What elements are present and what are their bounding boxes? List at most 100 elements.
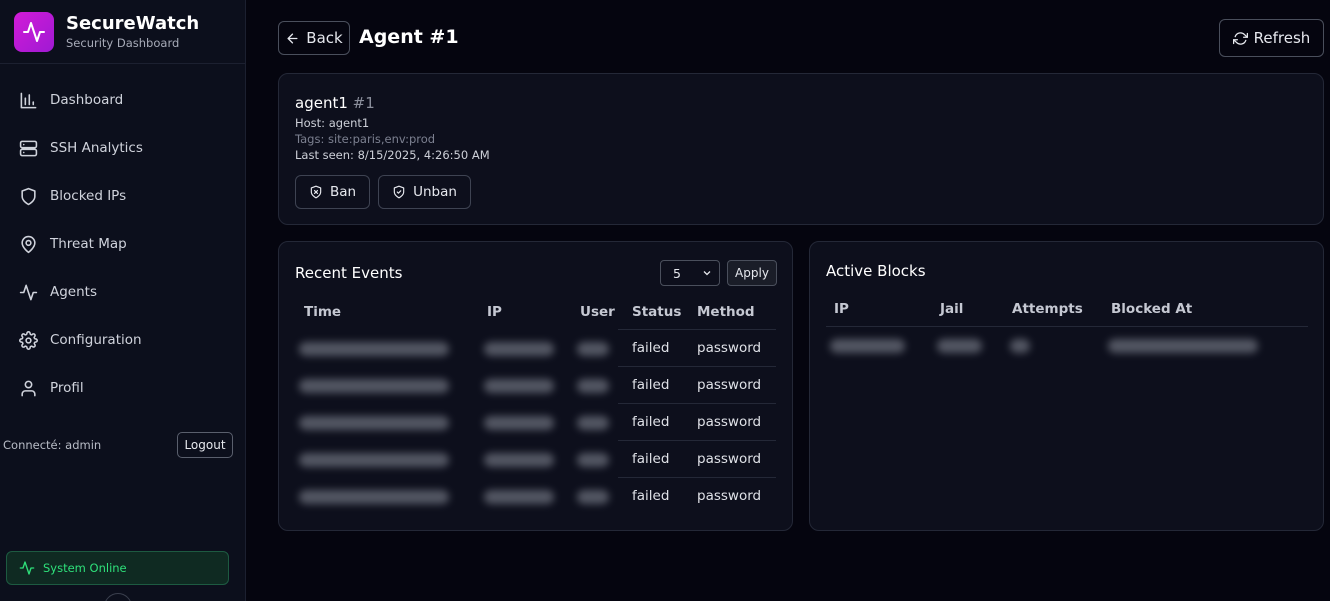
apply-button[interactable]: Apply — [727, 260, 777, 286]
redacted-time — [299, 490, 449, 504]
chevron-down-icon — [701, 267, 713, 279]
sidebar-item-ssh-analytics[interactable]: SSH Analytics — [0, 124, 245, 172]
agent-name-text: agent1 — [295, 94, 348, 112]
connected-user: Connecté: admin — [3, 438, 102, 452]
column-header-jail: Jail — [940, 301, 964, 317]
event-method: password — [697, 377, 762, 393]
recent-events-title: Recent Events — [295, 264, 403, 282]
sidebar-item-label: Dashboard — [50, 92, 124, 108]
logout-button[interactable]: Logout — [177, 432, 233, 458]
unban-button[interactable]: Unban — [378, 175, 471, 209]
events-limit-value: 5 — [673, 265, 681, 281]
redacted-jail — [937, 339, 982, 353]
column-header-time: Time — [304, 304, 342, 320]
brand-title: SecureWatch — [66, 12, 200, 34]
event-method: password — [697, 451, 762, 467]
row-divider — [618, 403, 776, 404]
collapse-toggle[interactable] — [104, 593, 132, 601]
back-label: Back — [306, 29, 343, 47]
system-status-label: System Online — [43, 561, 127, 575]
agent-last-seen: Last seen: 8/15/2025, 4:26:50 AM — [295, 148, 490, 162]
sidebar: SecureWatch Security Dashboard Dashboard… — [0, 0, 246, 601]
sidebar-item-label: Agents — [50, 284, 97, 300]
map-pin-icon — [18, 234, 38, 254]
event-method: password — [697, 414, 762, 430]
agent-id: #1 — [352, 94, 375, 112]
redacted-user — [577, 416, 609, 430]
server-icon — [18, 138, 38, 158]
agent-tags: Tags: site:paris,env:prod — [295, 132, 436, 146]
active-blocks-title: Active Blocks — [826, 262, 926, 280]
shield-check-icon — [393, 185, 405, 199]
column-header-ip: IP — [834, 301, 849, 317]
activity-icon — [18, 282, 38, 302]
events-limit-select[interactable]: 5 — [660, 260, 720, 286]
redacted-user — [577, 490, 609, 504]
column-header-attempts: Attempts — [1012, 301, 1083, 317]
column-header-method: Method — [697, 304, 755, 320]
redacted-user — [577, 379, 609, 393]
redacted-user — [577, 453, 609, 467]
column-header-ip: IP — [487, 304, 502, 320]
row-divider — [618, 440, 776, 441]
recent-events-card: Recent Events 5 Apply Time IP User Statu… — [278, 241, 793, 531]
user-icon — [18, 378, 38, 398]
redacted-ip — [484, 490, 554, 504]
refresh-label: Refresh — [1253, 29, 1311, 47]
redacted-blocked-at — [1108, 339, 1258, 353]
sidebar-item-label: Blocked IPs — [50, 188, 127, 204]
column-header-status: Status — [632, 304, 682, 320]
redacted-time — [299, 453, 449, 467]
arrow-left-icon — [287, 33, 298, 43]
sidebar-item-dashboard[interactable]: Dashboard — [0, 76, 245, 124]
bar-chart-icon — [18, 90, 38, 110]
agent-name: agent1 #1 — [295, 94, 375, 112]
event-status: failed — [632, 488, 670, 504]
sidebar-item-label: Threat Map — [50, 236, 127, 252]
redacted-time — [299, 416, 449, 430]
row-divider — [618, 477, 776, 478]
sidebar-item-configuration[interactable]: Configuration — [0, 316, 245, 364]
refresh-icon — [1232, 31, 1248, 45]
system-status-badge: System Online — [6, 551, 229, 585]
brand: SecureWatch Security Dashboard — [0, 0, 245, 64]
redacted-ip — [830, 339, 905, 353]
event-status: failed — [632, 340, 670, 356]
redacted-ip — [484, 342, 554, 356]
unban-label: Unban — [413, 184, 457, 200]
sidebar-item-label: SSH Analytics — [50, 140, 143, 156]
agent-host: Host: agent1 — [295, 116, 370, 130]
gear-icon — [18, 330, 38, 350]
event-status: failed — [632, 451, 670, 467]
sidebar-item-label: Configuration — [50, 332, 142, 348]
page-title: Agent #1 — [359, 26, 459, 48]
event-method: password — [697, 488, 762, 504]
column-header-blocked-at: Blocked At — [1111, 301, 1193, 317]
event-status: failed — [632, 414, 670, 430]
redacted-ip — [484, 416, 554, 430]
sidebar-item-profil[interactable]: Profil — [0, 364, 245, 412]
sidebar-item-agents[interactable]: Agents — [0, 268, 245, 316]
redacted-attempts — [1010, 339, 1030, 353]
redacted-ip — [484, 379, 554, 393]
row-divider — [618, 366, 776, 367]
shield-x-icon — [310, 185, 322, 199]
sidebar-item-blocked-ips[interactable]: Blocked IPs — [0, 172, 245, 220]
column-header-user: User — [580, 304, 615, 320]
redacted-ip — [484, 453, 554, 467]
redacted-time — [299, 379, 449, 393]
ban-button[interactable]: Ban — [295, 175, 371, 209]
sidebar-nav: Dashboard SSH Analytics Blocked IPs Thre… — [0, 64, 245, 412]
back-button[interactable]: Back — [278, 21, 350, 55]
redacted-time — [299, 342, 449, 356]
active-blocks-card: Active Blocks IP Jail Attempts Blocked A… — [809, 241, 1324, 531]
refresh-button[interactable]: Refresh — [1219, 19, 1324, 57]
sidebar-item-label: Profil — [50, 380, 84, 396]
activity-icon — [19, 561, 35, 575]
activity-logo-icon — [14, 11, 54, 52]
sidebar-item-threat-map[interactable]: Threat Map — [0, 220, 245, 268]
agent-info-card: agent1 #1 Host: agent1 Tags: site:paris,… — [278, 73, 1324, 225]
brand-subtitle: Security Dashboard — [66, 35, 180, 50]
row-divider — [826, 326, 1308, 327]
shield-icon — [18, 186, 38, 206]
